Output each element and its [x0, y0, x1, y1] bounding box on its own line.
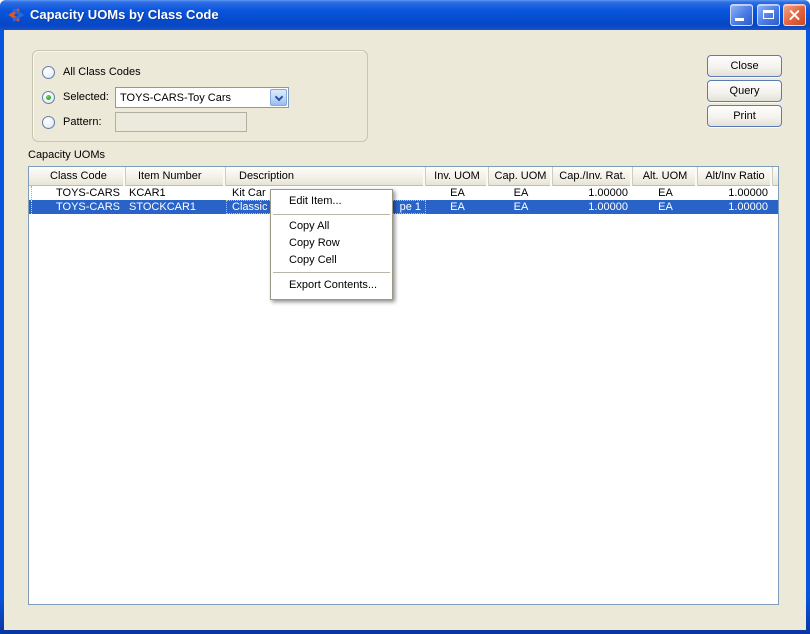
column-header-alt-inv-ratio[interactable]: Alt/Inv Ratio [698, 167, 773, 186]
class-code-combobox-value: TOYS-CARS-Toy Cars [120, 91, 232, 104]
table-header-row: Class Code Item Number Description Inv. … [29, 167, 778, 186]
window-title: Capacity UOMs by Class Code [30, 7, 219, 22]
minimize-button[interactable] [730, 4, 753, 26]
cell-description-tail: pe 1 [399, 201, 421, 213]
radio-row-selected: Selected: [42, 87, 109, 107]
window-content: All Class Codes Selected: TOYS-CARS-Toy … [4, 30, 806, 630]
context-menu: Edit Item... Copy All Copy Row Copy Cell… [270, 189, 393, 300]
combobox-dropdown-button[interactable] [270, 89, 287, 106]
maximize-button[interactable] [757, 4, 780, 26]
cell-cap-uom[interactable]: EA [489, 200, 553, 214]
print-button[interactable]: Print [707, 105, 782, 127]
table-row-selected[interactable]: TOYS-CARS STOCKCAR1 Classic pe 1 EA EA 1… [29, 200, 778, 214]
column-header-cap-uom[interactable]: Cap. UOM [489, 167, 553, 186]
cell-alt-inv-ratio[interactable]: 1.00000 [698, 186, 773, 200]
cell-alt-uom[interactable]: EA [633, 186, 698, 200]
column-header-item-number[interactable]: Item Number [126, 167, 226, 186]
radio-row-all-class-codes: All Class Codes [42, 62, 141, 82]
menu-item-export-contents[interactable]: Export Contents... [271, 276, 392, 295]
class-code-combobox[interactable]: TOYS-CARS-Toy Cars [115, 87, 289, 108]
cell-alt-uom[interactable]: EA [633, 200, 698, 214]
pattern-input[interactable] [115, 112, 247, 132]
cell-filler [773, 186, 778, 200]
table-row[interactable]: TOYS-CARS KCAR1 Kit Car EA EA 1.00000 EA… [29, 186, 778, 200]
cell-inv-uom[interactable]: EA [426, 186, 489, 200]
close-button[interactable]: Close [707, 55, 782, 77]
table-caption: Capacity UOMs [28, 149, 106, 161]
menu-item-edit-item[interactable]: Edit Item... [271, 192, 392, 211]
pattern-radio[interactable] [42, 115, 55, 129]
column-header-cap-inv-rat[interactable]: Cap./Inv. Rat. [553, 167, 633, 186]
column-header-filler [773, 167, 778, 186]
app-icon [8, 8, 24, 22]
column-header-class-code[interactable]: Class Code [29, 167, 126, 186]
column-header-alt-uom[interactable]: Alt. UOM [633, 167, 698, 186]
cell-description-text: Classic [232, 201, 268, 213]
cell-item-number[interactable]: STOCKCAR1 [126, 200, 226, 214]
menu-item-copy-cell[interactable]: Copy Cell [271, 252, 392, 269]
titlebar[interactable]: Capacity UOMs by Class Code [0, 0, 810, 30]
cell-cap-inv-rat[interactable]: 1.00000 [553, 200, 633, 214]
radio-row-pattern: Pattern: [42, 112, 102, 132]
minimize-icon [735, 18, 744, 21]
cell-alt-inv-ratio[interactable]: 1.00000 [698, 200, 773, 214]
chevron-down-icon [274, 92, 283, 101]
cell-cap-inv-rat[interactable]: 1.00000 [553, 186, 633, 200]
column-header-inv-uom[interactable]: Inv. UOM [426, 167, 489, 186]
cell-class-code[interactable]: TOYS-CARS [29, 200, 126, 214]
selected-label[interactable]: Selected: [63, 91, 109, 103]
app-window: Capacity UOMs by Class Code All Class Co… [0, 0, 810, 634]
cell-filler [773, 200, 778, 214]
cell-class-code[interactable]: TOYS-CARS [29, 186, 126, 200]
close-window-button[interactable] [783, 4, 806, 26]
cell-item-number[interactable]: KCAR1 [126, 186, 226, 200]
menu-separator [273, 214, 390, 215]
selected-radio[interactable] [42, 90, 55, 104]
menu-separator [273, 272, 390, 273]
menu-item-copy-all[interactable]: Copy All [271, 218, 392, 235]
maximize-icon [763, 10, 774, 19]
all-class-codes-label[interactable]: All Class Codes [63, 66, 141, 78]
cell-cap-uom[interactable]: EA [489, 186, 553, 200]
pattern-label[interactable]: Pattern: [63, 116, 102, 128]
query-button[interactable]: Query [707, 80, 782, 102]
all-class-codes-radio[interactable] [42, 65, 55, 79]
class-code-filter-group: All Class Codes Selected: TOYS-CARS-Toy … [32, 50, 368, 142]
menu-item-copy-row[interactable]: Copy Row [271, 235, 392, 252]
cell-inv-uom[interactable]: EA [426, 200, 489, 214]
column-header-description[interactable]: Description [226, 167, 426, 186]
capacity-uoms-table: Class Code Item Number Description Inv. … [28, 166, 779, 605]
